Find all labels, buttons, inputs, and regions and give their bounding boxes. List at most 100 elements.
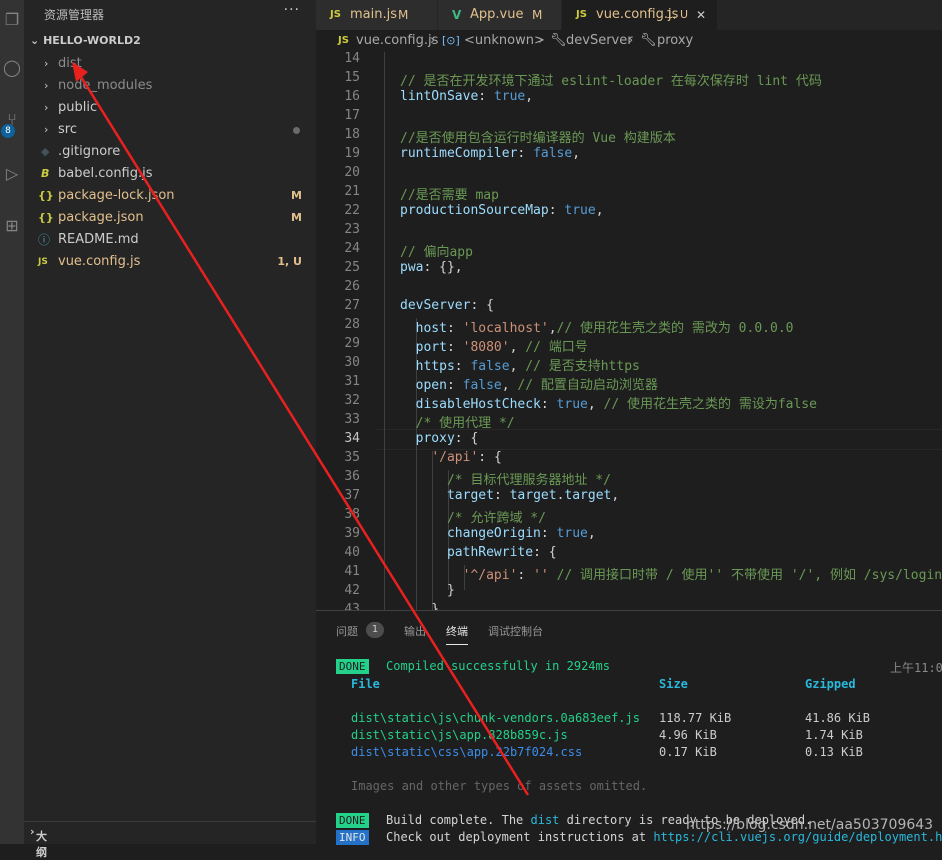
search-icon[interactable]: ◯ (0, 56, 24, 80)
tree-folder-dist[interactable]: › dist (24, 53, 316, 75)
code-line: target: target.target, (446, 488, 620, 503)
vue-file-icon: V (452, 8, 462, 22)
build-dist: dist (530, 813, 560, 827)
compiled-message: Compiled successfully in 2924ms (386, 659, 610, 673)
js-file-icon: JS (330, 9, 341, 20)
tab-debug-console[interactable]: 调试控制台 (488, 623, 543, 639)
tab-label: App.vue (470, 7, 524, 22)
run-debug-icon[interactable]: ▷ (0, 162, 24, 186)
line-number: 27 (344, 298, 360, 313)
tree-item-label: dist (58, 56, 82, 71)
tab-label: main.js (350, 7, 397, 22)
tree-item-label: babel.config.js (58, 166, 153, 181)
tree-file-gitignore[interactable]: ◆ .gitignore (24, 141, 316, 163)
project-root[interactable]: ⌄ HELLO-WORLD2 (30, 34, 141, 47)
tree-file-package-lock[interactable]: {} package-lock.json M (24, 185, 316, 207)
line-number: 28 (344, 317, 360, 332)
code-line: devServer: { (400, 298, 494, 313)
extensions-icon[interactable]: ⊞ (0, 214, 24, 238)
code-line: } (400, 583, 455, 598)
tree-folder-src[interactable]: › src (24, 119, 316, 141)
code-line: //是否使用包含运行时编译器的 Vue 构建版本 (400, 131, 676, 146)
tab-vue-config-js[interactable]: JS vue.config.js 1, U ✕ (562, 0, 718, 30)
tree-file-vue-config[interactable]: JS vue.config.js 1, U (24, 251, 316, 273)
modified-badge: M (291, 211, 302, 224)
asset-file: dist\static\js\app.828b859c.js (351, 728, 568, 742)
tab-terminal[interactable]: 终端 (446, 623, 468, 645)
code-line: disableHostCheck: true, // 使用花生壳之类的 需设为f… (415, 397, 817, 412)
code-line: /* 目标代理服务器地址 */ (446, 473, 611, 488)
breadcrumb-separator: › (628, 33, 634, 48)
tree-item-label: .gitignore (58, 144, 121, 159)
asset-file: dist\static\css\app.22b7f024.css (351, 745, 583, 759)
breadcrumb-file[interactable]: vue.config.js (356, 30, 438, 52)
code-line: changeOrigin: true, (446, 526, 596, 541)
code-line: // 偏向app (400, 245, 473, 260)
tab-main-js[interactable]: JS main.js M (316, 0, 438, 30)
modified-dot-icon (293, 127, 300, 134)
code-line: open: false, // 配置自动启动浏览器 (415, 378, 658, 393)
babel-file-icon: B (41, 167, 50, 180)
code-line: productionSourceMap: true, (400, 203, 604, 218)
explorer-icon[interactable]: ❐ (0, 8, 24, 32)
line-number: 29 (344, 336, 360, 351)
outline-label: 大纲 (36, 830, 47, 859)
breadcrumb-devserver[interactable]: devServer (566, 30, 633, 52)
asset-gzipped: 41.86 KiB (805, 711, 871, 725)
tree-item-label: public (58, 100, 98, 115)
done-tag: DONE (336, 813, 369, 828)
code-line: proxy: { (415, 431, 479, 446)
project-name: HELLO-WORLD2 (43, 34, 141, 47)
chevron-right-icon: › (44, 123, 49, 136)
wrench-icon: 🔧︎ (550, 33, 567, 48)
asset-size: 4.96 KiB (659, 728, 717, 742)
code-line: '/api': { (431, 450, 502, 465)
tree-folder-public[interactable]: › public (24, 97, 316, 119)
tree-file-readme[interactable]: ⓘ README.md (24, 229, 316, 251)
code-line: lintOnSave: true, (400, 89, 534, 104)
tab-output[interactable]: 输出 (404, 623, 426, 639)
more-actions-icon[interactable]: ··· (284, 2, 300, 18)
tree-file-babel-config[interactable]: B babel.config.js (24, 163, 316, 185)
explorer-sidebar: 资源管理器 ··· ⌄ HELLO-WORLD2 › dist › node_m… (24, 0, 316, 859)
problem-count-badge: 1 (366, 622, 384, 638)
js-file-icon: JS (38, 257, 48, 267)
line-number: 19 (344, 146, 360, 161)
line-number: 25 (344, 260, 360, 275)
info-tag: INFO (336, 830, 369, 845)
code-line: pathRewrite: { (446, 545, 557, 560)
line-number: 31 (344, 374, 360, 389)
line-number: 40 (344, 545, 360, 560)
git-file-icon: ◆ (41, 145, 50, 158)
editor-tabs: JS main.js M V App.vue M JS vue.config.j… (316, 0, 942, 30)
tab-status: 1, U (666, 8, 689, 21)
line-number: 43 (344, 602, 360, 610)
tree-folder-node-modules[interactable]: › node_modules (24, 75, 316, 97)
tree-file-package-json[interactable]: {} package.json M (24, 207, 316, 229)
tree-item-label: src (58, 122, 77, 137)
breadcrumb-proxy[interactable]: proxy (657, 30, 693, 52)
line-number: 17 (344, 108, 360, 123)
explorer-title: 资源管理器 (44, 8, 105, 22)
outline-header: › 大纲 (30, 825, 47, 859)
info-file-icon: ⓘ (38, 233, 51, 247)
breadcrumb-unknown[interactable]: <unknown> (464, 30, 545, 52)
code-line: port: '8080', // 端口号 (415, 340, 588, 355)
code-line: host: 'localhost',// 使用花生壳之类的 需改为 0.0.0.… (415, 321, 794, 336)
line-number: 24 (344, 241, 360, 256)
status-badge: 1, U (277, 255, 302, 268)
close-icon[interactable]: ✕ (696, 0, 706, 30)
done-tag: DONE (336, 659, 369, 674)
code-editor[interactable]: 14 15 16 17 18 19 20 21 22 23 24 25 26 27 28 29 30 31 32 33… (316, 52, 942, 610)
line-number: 15 (344, 70, 360, 85)
tab-problems[interactable]: 问题 (336, 623, 358, 639)
checkout-text: Check out deployment instructions at (386, 830, 654, 844)
tab-app-vue[interactable]: V App.vue M (438, 0, 562, 30)
chevron-right-icon: › (44, 57, 49, 70)
line-number: 30 (344, 355, 360, 370)
bottom-panel: 问题 1 输出 终端 调试控制台 DONE Compiled successfu… (316, 610, 942, 845)
line-number: 23 (344, 222, 360, 237)
chevron-right-icon: › (44, 79, 49, 92)
outline-section[interactable]: › 大纲 (24, 821, 316, 859)
line-number: 35 (344, 450, 360, 465)
